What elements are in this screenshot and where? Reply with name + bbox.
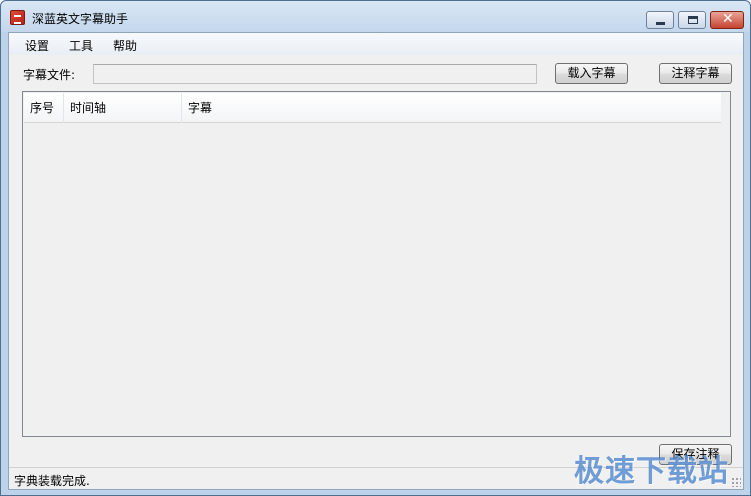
window-title: 深蓝英文字幕助手 bbox=[32, 12, 129, 26]
client-area: 设置 工具 帮助 字幕文件: 载入字幕 注释字幕 序号 时间轴 字幕 保存注释 … bbox=[8, 32, 744, 490]
column-header-index[interactable]: 序号 bbox=[24, 93, 64, 123]
minimize-icon bbox=[656, 22, 665, 25]
app-icon[interactable] bbox=[10, 10, 25, 25]
subtitle-file-input[interactable] bbox=[93, 64, 537, 84]
close-button[interactable]: ✕ bbox=[710, 11, 744, 29]
maximize-icon bbox=[688, 16, 698, 24]
table-header: 序号 时间轴 字幕 bbox=[24, 93, 721, 123]
maximize-button[interactable] bbox=[678, 11, 706, 29]
app-window: 深蓝英文字幕助手 ✕ 设置 工具 帮助 字幕文件: 载入字幕 注释字幕 序号 时… bbox=[0, 0, 751, 496]
column-header-timeline[interactable]: 时间轴 bbox=[64, 93, 182, 123]
menu-settings[interactable]: 设置 bbox=[21, 36, 53, 55]
column-header-subtitle[interactable]: 字幕 bbox=[182, 93, 721, 123]
menu-bar: 设置 工具 帮助 bbox=[9, 33, 743, 55]
close-icon: ✕ bbox=[722, 11, 734, 27]
subtitle-file-label: 字幕文件: bbox=[23, 68, 76, 82]
annotate-subtitle-button[interactable]: 注释字幕 bbox=[659, 63, 732, 84]
site-watermark: 极速下载站 bbox=[574, 454, 729, 489]
minimize-button[interactable] bbox=[646, 11, 674, 29]
resize-grip-icon[interactable] bbox=[731, 477, 741, 487]
title-bar[interactable]: 深蓝英文字幕助手 ✕ bbox=[1, 1, 750, 32]
menu-help[interactable]: 帮助 bbox=[109, 36, 141, 55]
status-text: 字典装载完成. bbox=[14, 474, 90, 488]
subtitle-table[interactable]: 序号 时间轴 字幕 bbox=[22, 91, 731, 437]
menu-tools[interactable]: 工具 bbox=[65, 36, 97, 55]
load-subtitle-button[interactable]: 载入字幕 bbox=[555, 63, 628, 84]
